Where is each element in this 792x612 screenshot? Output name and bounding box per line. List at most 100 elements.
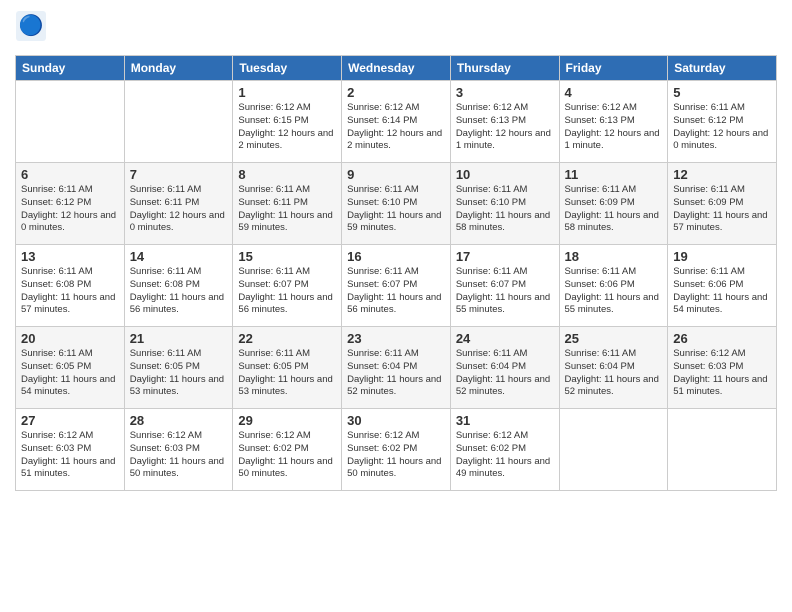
day-number: 2 [347, 85, 445, 100]
calendar-table: SundayMondayTuesdayWednesdayThursdayFrid… [15, 55, 777, 491]
col-header-friday: Friday [559, 56, 668, 81]
calendar-week-1: 1 Sunrise: 6:12 AMSunset: 6:15 PMDaylight… [16, 81, 777, 163]
cell-details: Sunrise: 6:12 AMSunset: 6:03 PMDaylight:… [130, 430, 228, 481]
calendar-cell: 4Sunrise: 6:12 AMSunset: 6:13 PMDaylight… [559, 81, 668, 163]
cell-details: Sunrise: 6:11 AMSunset: 6:09 PMDaylight:… [565, 184, 663, 235]
day-number: 6 [21, 167, 119, 182]
calendar-cell: 14 Sunrise: 6:11 AMSunset: 6:08 PMDayligh… [124, 245, 233, 327]
cell-details: Sunrise: 6:11 AMSunset: 6:07 PMDaylight:… [238, 266, 336, 317]
cell-details: Sunrise: 6:11 AMSunset: 6:04 PMDaylight:… [347, 348, 445, 399]
day-number: 23 [347, 331, 445, 346]
col-header-sunday: Sunday [16, 56, 125, 81]
calendar-cell [668, 409, 777, 491]
header: 🔵 [15, 10, 777, 47]
cell-details: Sunrise: 6:12 AMSunset: 6:13 PMDaylight:… [456, 102, 554, 153]
day-number: 8 [238, 167, 336, 182]
day-number: 19 [673, 249, 771, 264]
day-number: 9 [347, 167, 445, 182]
calendar-cell: 12 Sunrise: 6:11 AMSunset: 6:09 PMDayligh… [668, 163, 777, 245]
day-number: 31 [456, 413, 554, 428]
cell-details: Sunrise: 6:12 AMSunset: 6:14 PMDaylight:… [347, 102, 445, 153]
calendar-cell: 1 Sunrise: 6:12 AMSunset: 6:15 PMDaylight… [233, 81, 342, 163]
day-number: 5 [673, 85, 771, 100]
calendar-cell: 24 Sunrise: 6:11 AMSunset: 6:04 PMDayligh… [450, 327, 559, 409]
cell-details: Sunrise: 6:11 AMSunset: 6:05 PMDaylight:… [238, 348, 336, 399]
day-number: 15 [238, 249, 336, 264]
calendar-cell: 2 Sunrise: 6:12 AMSunset: 6:14 PMDaylight… [342, 81, 451, 163]
calendar-cell: 21Sunrise: 6:11 AMSunset: 6:05 PMDayligh… [124, 327, 233, 409]
calendar-cell: 23 Sunrise: 6:11 AMSunset: 6:04 PMDayligh… [342, 327, 451, 409]
col-header-saturday: Saturday [668, 56, 777, 81]
col-header-wednesday: Wednesday [342, 56, 451, 81]
cell-details: Sunrise: 6:11 AMSunset: 6:08 PMDaylight:… [21, 266, 119, 317]
cell-details: Sunrise: 6:11 AMSunset: 6:12 PMDaylight:… [673, 102, 771, 153]
col-header-monday: Monday [124, 56, 233, 81]
col-header-thursday: Thursday [450, 56, 559, 81]
cell-details: Sunrise: 6:11 AMSunset: 6:09 PMDaylight:… [673, 184, 771, 235]
cell-details: Sunrise: 6:11 AMSunset: 6:06 PMDaylight:… [565, 266, 663, 317]
calendar-cell: 25Sunrise: 6:11 AMSunset: 6:04 PMDayligh… [559, 327, 668, 409]
day-number: 1 [238, 85, 336, 100]
day-number: 30 [347, 413, 445, 428]
calendar-week-3: 13 Sunrise: 6:11 AMSunset: 6:08 PMDayligh… [16, 245, 777, 327]
calendar-cell: 5 Sunrise: 6:11 AMSunset: 6:12 PMDaylight… [668, 81, 777, 163]
calendar-cell: 7 Sunrise: 6:11 AMSunset: 6:11 PMDaylight… [124, 163, 233, 245]
cell-details: Sunrise: 6:12 AMSunset: 6:02 PMDaylight:… [456, 430, 554, 481]
calendar-cell [124, 81, 233, 163]
day-number: 16 [347, 249, 445, 264]
calendar-cell: 20 Sunrise: 6:11 AMSunset: 6:05 PMDayligh… [16, 327, 125, 409]
calendar-cell: 9 Sunrise: 6:11 AMSunset: 6:10 PMDaylight… [342, 163, 451, 245]
calendar-cell: 29 Sunrise: 6:12 AMSunset: 6:02 PMDayligh… [233, 409, 342, 491]
page: 🔵 SundayMondayTuesdayWednesdayThursdayFr… [0, 0, 792, 612]
cell-details: Sunrise: 6:11 AMSunset: 6:07 PMDaylight:… [347, 266, 445, 317]
cell-details: Sunrise: 6:11 AMSunset: 6:08 PMDaylight:… [130, 266, 228, 317]
logo: 🔵 [15, 10, 51, 47]
calendar-cell: 3Sunrise: 6:12 AMSunset: 6:13 PMDaylight… [450, 81, 559, 163]
calendar-cell: 6 Sunrise: 6:11 AMSunset: 6:12 PMDaylight… [16, 163, 125, 245]
day-number: 18 [565, 249, 663, 264]
calendar-week-2: 6 Sunrise: 6:11 AMSunset: 6:12 PMDaylight… [16, 163, 777, 245]
calendar-cell: 26Sunrise: 6:12 AMSunset: 6:03 PMDayligh… [668, 327, 777, 409]
day-number: 28 [130, 413, 228, 428]
day-number: 27 [21, 413, 119, 428]
logo-icon: 🔵 [15, 10, 47, 47]
day-number: 29 [238, 413, 336, 428]
cell-details: Sunrise: 6:11 AMSunset: 6:11 PMDaylight:… [238, 184, 336, 235]
day-number: 24 [456, 331, 554, 346]
day-number: 12 [673, 167, 771, 182]
calendar-cell: 11 Sunrise: 6:11 AMSunset: 6:09 PMDayligh… [559, 163, 668, 245]
calendar-cell: 28 Sunrise: 6:12 AMSunset: 6:03 PMDayligh… [124, 409, 233, 491]
calendar-cell: 27Sunrise: 6:12 AMSunset: 6:03 PMDayligh… [16, 409, 125, 491]
calendar-cell: 30 Sunrise: 6:12 AMSunset: 6:02 PMDayligh… [342, 409, 451, 491]
cell-details: Sunrise: 6:12 AMSunset: 6:02 PMDaylight:… [238, 430, 336, 481]
cell-details: Sunrise: 6:11 AMSunset: 6:10 PMDaylight:… [347, 184, 445, 235]
calendar-cell: 13 Sunrise: 6:11 AMSunset: 6:08 PMDayligh… [16, 245, 125, 327]
day-number: 13 [21, 249, 119, 264]
col-header-tuesday: Tuesday [233, 56, 342, 81]
calendar-week-4: 20 Sunrise: 6:11 AMSunset: 6:05 PMDayligh… [16, 327, 777, 409]
day-number: 10 [456, 167, 554, 182]
day-number: 7 [130, 167, 228, 182]
calendar-cell: 8 Sunrise: 6:11 AMSunset: 6:11 PMDaylight… [233, 163, 342, 245]
cell-details: Sunrise: 6:11 AMSunset: 6:05 PMDaylight:… [21, 348, 119, 399]
calendar-cell: 19Sunrise: 6:11 AMSunset: 6:06 PMDayligh… [668, 245, 777, 327]
day-number: 14 [130, 249, 228, 264]
cell-details: Sunrise: 6:11 AMSunset: 6:11 PMDaylight:… [130, 184, 228, 235]
day-number: 11 [565, 167, 663, 182]
calendar-cell: 17Sunrise: 6:11 AMSunset: 6:07 PMDayligh… [450, 245, 559, 327]
day-number: 26 [673, 331, 771, 346]
cell-details: Sunrise: 6:11 AMSunset: 6:07 PMDaylight:… [456, 266, 554, 317]
calendar-cell: 22Sunrise: 6:11 AMSunset: 6:05 PMDayligh… [233, 327, 342, 409]
cell-details: Sunrise: 6:12 AMSunset: 6:02 PMDaylight:… [347, 430, 445, 481]
calendar-cell [16, 81, 125, 163]
cell-details: Sunrise: 6:12 AMSunset: 6:13 PMDaylight:… [565, 102, 663, 153]
cell-details: Sunrise: 6:11 AMSunset: 6:10 PMDaylight:… [456, 184, 554, 235]
day-number: 25 [565, 331, 663, 346]
calendar-cell: 31 Sunrise: 6:12 AMSunset: 6:02 PMDayligh… [450, 409, 559, 491]
day-number: 20 [21, 331, 119, 346]
cell-details: Sunrise: 6:11 AMSunset: 6:05 PMDaylight:… [130, 348, 228, 399]
calendar-cell [559, 409, 668, 491]
cell-details: Sunrise: 6:12 AMSunset: 6:15 PMDaylight:… [238, 102, 336, 153]
cell-details: Sunrise: 6:11 AMSunset: 6:12 PMDaylight:… [21, 184, 119, 235]
cell-details: Sunrise: 6:11 AMSunset: 6:04 PMDaylight:… [456, 348, 554, 399]
